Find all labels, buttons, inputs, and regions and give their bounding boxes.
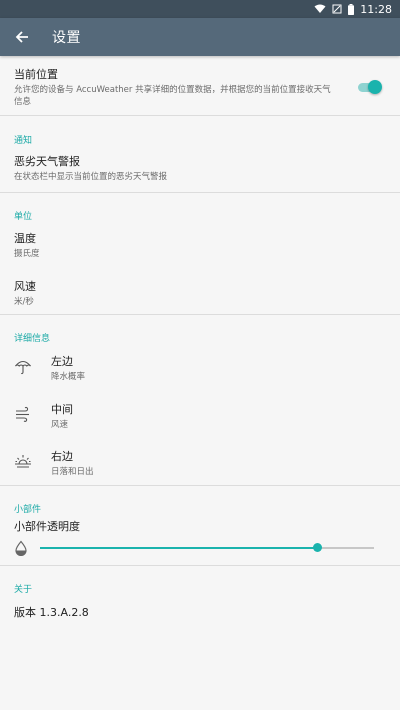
section-header-widget: 小部件 <box>14 505 42 515</box>
app-bar: 设置 <box>0 18 400 56</box>
divider <box>0 192 400 193</box>
temperature-value: 摄氏度 <box>14 249 40 259</box>
version-text: 版本 1.3.A.2.8 <box>14 606 89 619</box>
severe-weather-alert-item[interactable]: 恶劣天气警报 在状态栏中显示当前位置的恶劣天气警报 <box>14 153 384 183</box>
divider <box>0 115 400 116</box>
status-time: 11:28 <box>360 2 392 16</box>
widget-transparency-label: 小部件透明度 <box>14 520 80 533</box>
arrow-back-icon <box>15 31 28 43</box>
detail-middle-value: 风速 <box>51 420 69 430</box>
detail-right-item[interactable]: 右边 日落和日出 <box>51 448 381 478</box>
wifi-icon <box>314 4 326 14</box>
detail-left-title: 左边 <box>51 355 73 368</box>
location-description: 允许您的设备与 AccuWeather 共享详细的位置数据，并根据您的当前位置接… <box>14 85 331 107</box>
location-toggle[interactable] <box>356 77 382 97</box>
severe-alert-title: 恶劣天气警报 <box>14 155 80 168</box>
wind-speed-title: 风速 <box>14 280 36 293</box>
slider-fill <box>40 547 318 549</box>
temperature-title: 温度 <box>14 232 36 245</box>
divider <box>0 485 400 486</box>
sunrise-icon <box>14 452 32 470</box>
detail-right-value: 日落和日出 <box>51 467 94 477</box>
detail-right-title: 右边 <box>51 450 73 463</box>
detail-left-value: 降水概率 <box>51 372 86 382</box>
slider-thumb[interactable] <box>313 543 323 552</box>
divider <box>0 565 400 566</box>
section-header-notifications: 通知 <box>14 136 33 146</box>
back-button[interactable] <box>0 18 44 56</box>
drop-icon <box>14 540 28 557</box>
section-header-details: 详细信息 <box>14 334 51 344</box>
temperature-unit-item[interactable]: 温度 摄氏度 <box>14 230 384 260</box>
umbrella-icon <box>14 358 32 376</box>
detail-middle-title: 中间 <box>51 403 73 416</box>
detail-middle-item[interactable]: 中间 风速 <box>51 401 381 431</box>
wind-speed-value: 米/秒 <box>14 297 34 307</box>
status-bar: 11:28 <box>0 0 400 18</box>
severe-alert-description: 在状态栏中显示当前位置的恶劣天气警报 <box>14 172 168 182</box>
battery-icon <box>348 3 355 15</box>
detail-left-item[interactable]: 左边 降水概率 <box>51 353 381 383</box>
wind-speed-unit-item[interactable]: 风速 米/秒 <box>14 278 384 308</box>
wind-icon <box>14 405 32 423</box>
location-title: 当前位置 <box>14 68 58 81</box>
widget-transparency-slider[interactable] <box>40 543 374 553</box>
toggle-thumb <box>368 80 382 94</box>
location-preference[interactable]: 当前位置 允许您的设备与 AccuWeather 共享详细的位置数据，并根据您的… <box>14 66 334 108</box>
section-header-about: 关于 <box>14 585 33 595</box>
signal-icon <box>332 4 342 14</box>
divider <box>0 314 400 315</box>
page-title: 设置 <box>52 30 81 46</box>
section-header-units: 单位 <box>14 212 33 222</box>
